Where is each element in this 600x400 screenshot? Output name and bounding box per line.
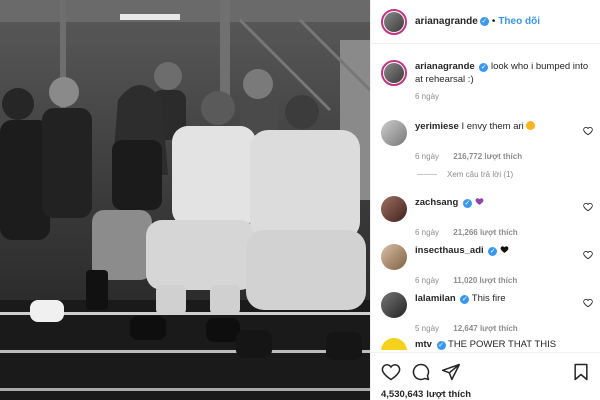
comment-text: THE POWER THAT THIS xyxy=(448,339,557,350)
comment-username[interactable]: lalamilan xyxy=(415,293,456,304)
bookmark-icon[interactable] xyxy=(571,362,591,382)
comments-list[interactable]: arianagrande ✓ look who i bumped into at… xyxy=(371,52,600,350)
comment-text: I envy them ari xyxy=(461,121,524,132)
comment-item: insecthaus_adi ✓ 6 ngày 11,020 lượt thíc… xyxy=(381,244,593,285)
comment-item: yerimiese I envy them ari 6 ngày 216,772… xyxy=(381,120,593,161)
verified-badge-icon: ✓ xyxy=(479,63,489,72)
follow-button[interactable]: Theo dõi xyxy=(498,16,540,27)
post-photo[interactable] xyxy=(0,0,370,400)
comment-avatar[interactable] xyxy=(381,244,407,270)
author-username[interactable]: arianagrande xyxy=(415,16,478,27)
comment-username[interactable]: yerimiese xyxy=(415,121,459,132)
comment-item: lalamilan ✓ This fire 5 ngày 12,647 lượt… xyxy=(381,292,593,333)
post-actions: 4,530,643 lượt thích xyxy=(371,352,600,400)
like-comment-heart-icon[interactable] xyxy=(583,250,593,260)
comment-item: zachsang ✓ 6 ngày 21,266 lượt thích xyxy=(381,196,593,237)
post-header: arianagrande ✓ • Theo dõi xyxy=(371,0,600,44)
comment-likes[interactable]: 216,772 lượt thích xyxy=(453,152,522,161)
author-avatar[interactable] xyxy=(381,8,407,35)
verified-badge-icon: ✓ xyxy=(460,295,470,304)
view-replies-button[interactable]: Xem câu trả lời (1) xyxy=(417,170,513,179)
heart-icon[interactable] xyxy=(381,362,401,382)
comment-avatar[interactable] xyxy=(381,120,407,146)
black-heart-emoji-icon xyxy=(500,246,509,253)
comment-avatar[interactable] xyxy=(381,292,407,318)
comment-username[interactable]: insecthaus_adi xyxy=(415,245,484,256)
comment-time: 6 ngày xyxy=(415,228,440,237)
post-caption: arianagrande ✓ look who i bumped into at… xyxy=(381,60,593,101)
comment-text: This fire xyxy=(471,293,506,304)
like-comment-heart-icon[interactable] xyxy=(583,298,593,308)
caption-time: 6 ngày xyxy=(415,92,440,101)
caption-username[interactable]: arianagrande xyxy=(415,61,475,72)
group-photo-illustration xyxy=(0,0,370,400)
verified-badge-icon: ✓ xyxy=(488,247,498,256)
share-icon[interactable] xyxy=(441,362,461,382)
post-details-panel: arianagrande ✓ • Theo dõi arianagrande ✓… xyxy=(370,0,600,400)
verified-badge-icon: ✓ xyxy=(462,199,472,208)
comment-time: 5 ngày xyxy=(415,324,440,333)
comment-username[interactable]: mtv xyxy=(415,339,432,350)
comment-time: 6 ngày xyxy=(415,152,440,161)
like-comment-heart-icon[interactable] xyxy=(583,202,593,212)
purple-heart-emoji-icon xyxy=(475,198,483,205)
comment-likes[interactable]: 21,266 lượt thích xyxy=(453,228,517,237)
header-separator: • xyxy=(491,16,496,27)
comment-item: mtv ✓ THE POWER THAT THIS xyxy=(381,338,593,350)
comment-username[interactable]: zachsang xyxy=(415,197,458,208)
comment-likes[interactable]: 11,020 lượt thích xyxy=(453,276,517,285)
verified-badge-icon: ✓ xyxy=(436,341,446,350)
comment-avatar[interactable] xyxy=(381,338,407,350)
instagram-post: arianagrande ✓ • Theo dõi arianagrande ✓… xyxy=(0,0,600,400)
comment-icon[interactable] xyxy=(411,362,431,382)
caption-avatar[interactable] xyxy=(381,60,407,86)
smile-emoji-icon xyxy=(526,121,536,130)
verified-badge-icon: ✓ xyxy=(479,17,489,26)
post-like-count[interactable]: 4,530,643 lượt thích xyxy=(381,389,591,400)
comment-avatar[interactable] xyxy=(381,196,407,222)
comment-likes[interactable]: 12,647 lượt thích xyxy=(453,324,517,333)
like-comment-heart-icon[interactable] xyxy=(583,126,593,136)
comment-time: 6 ngày xyxy=(415,276,440,285)
